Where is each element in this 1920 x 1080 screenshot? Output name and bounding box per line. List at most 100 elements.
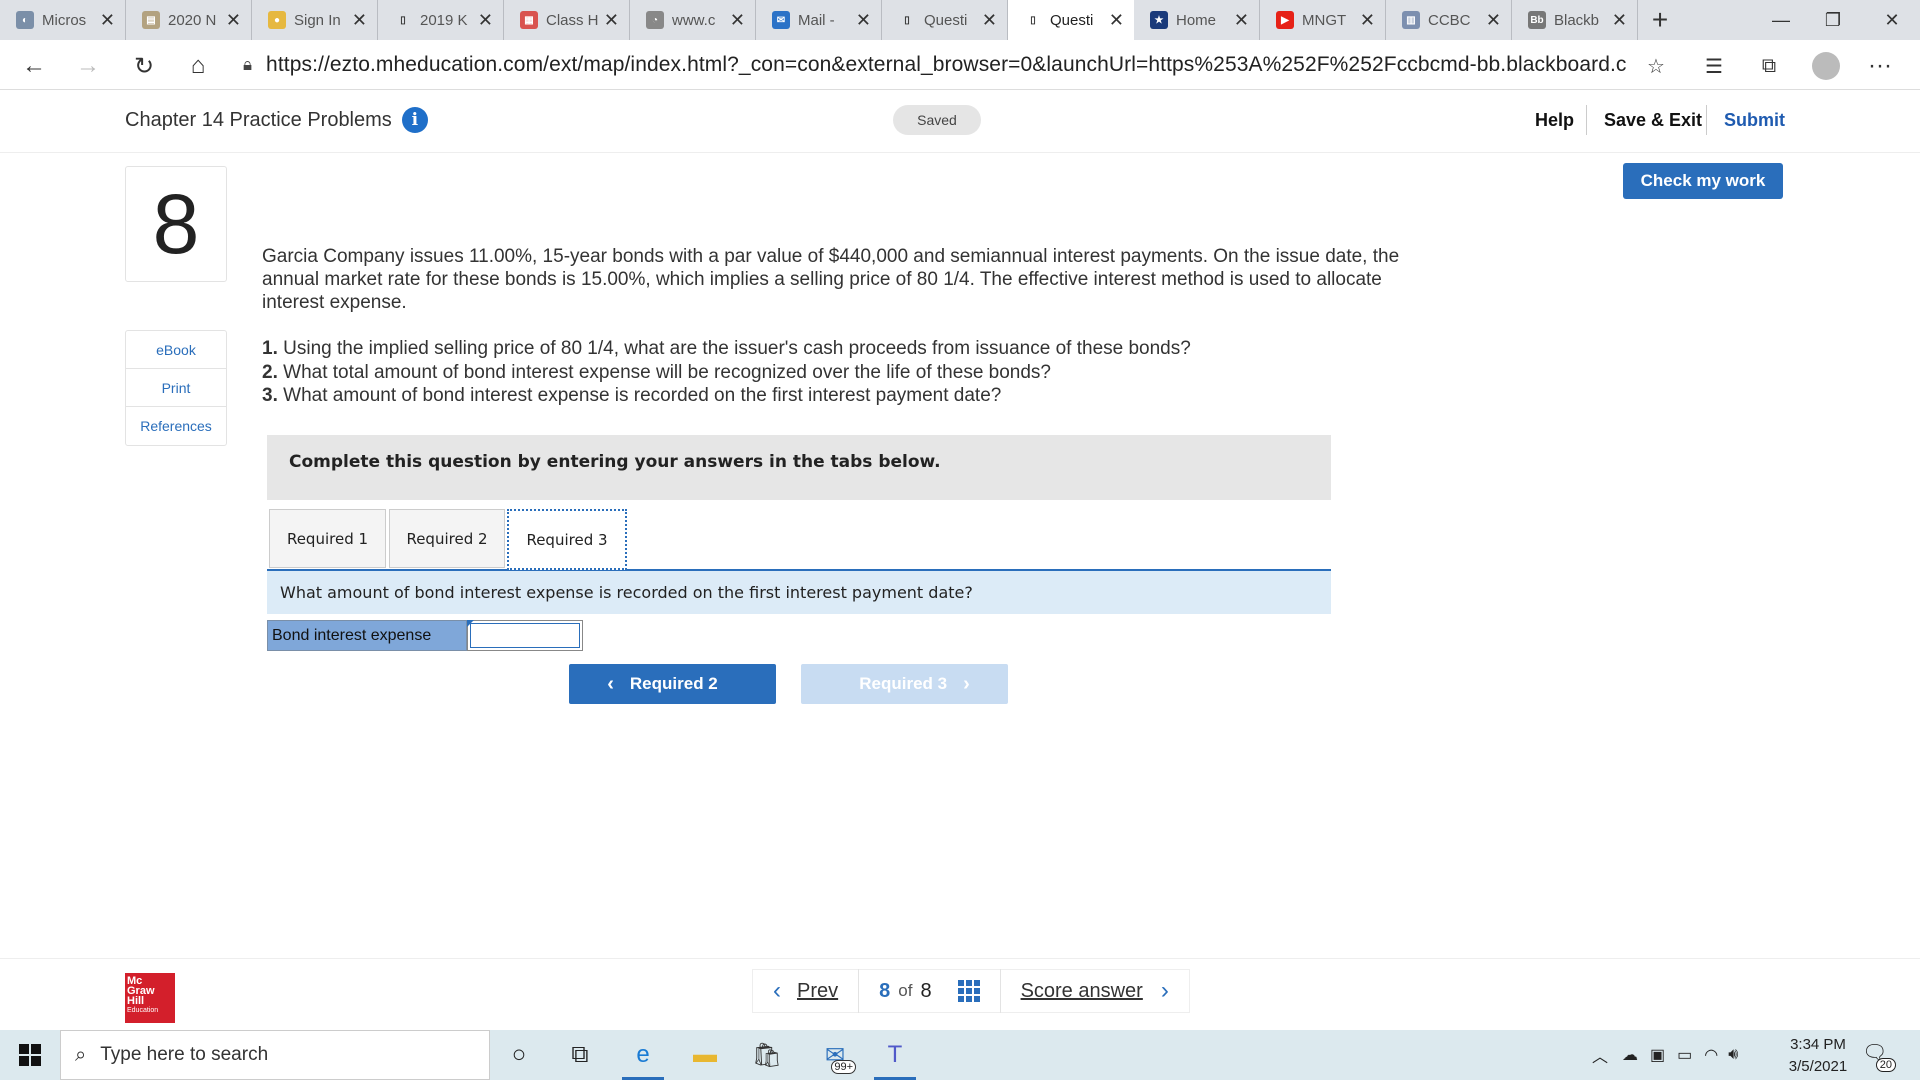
tab-required-3[interactable]: Required 3 [507,509,627,570]
tab-close-icon[interactable]: ✕ [352,10,367,31]
browser-tab[interactable]: ● Sign In ✕ [252,0,378,40]
browser-tab[interactable]: ◔ www.c ✕ [630,0,756,40]
url-text[interactable]: https://ezto.mheducation.com/ext/map/ind… [266,53,1626,77]
clock-time: 3:34 PM [1790,1036,1846,1053]
references-link[interactable]: References [126,407,226,445]
favorites-icon[interactable]: ☰ [1696,48,1732,84]
tab-close-icon[interactable]: ✕ [1486,10,1501,31]
taskbar-clock[interactable]: 3:34 PM 3/5/2021 [1773,1034,1863,1078]
tab-favicon-icon: ▥ [1402,11,1420,29]
browser-tab[interactable]: ▥ CCBC ✕ [1386,0,1512,40]
back-button[interactable]: ← [16,48,52,84]
tab-close-icon[interactable]: ✕ [604,10,619,31]
tab-title: Class H [546,11,599,29]
question-position[interactable]: 8 of 8 [859,969,1001,1013]
requirement-item: 2. What total amount of bond interest ex… [262,361,1432,385]
tab-required-2[interactable]: Required 2 [389,509,505,568]
print-link[interactable]: Print [126,369,226,407]
tab-close-icon[interactable]: ✕ [1360,10,1375,31]
tab-close-icon[interactable]: ✕ [1109,10,1124,31]
minimize-button[interactable]: — [1753,0,1809,40]
tab-favicon-icon: ◐ [16,11,34,29]
browser-tab[interactable]: Bb Blackb ✕ [1512,0,1638,40]
tab-close-icon[interactable]: ✕ [856,10,871,31]
browser-tab[interactable]: ▯ 2019 K ✕ [378,0,504,40]
start-button[interactable] [0,1030,60,1080]
refresh-button[interactable]: ↻ [126,48,162,84]
score-answer-button[interactable]: Score answer › [1001,969,1189,1013]
question-requirements: 1. Using the implied selling price of 80… [262,337,1432,408]
settings-more-icon[interactable]: ··· [1862,48,1898,84]
question-text: Garcia Company issues 11.00%, 15-year bo… [262,246,1400,313]
browser-tab[interactable]: ✉ Mail - ✕ [756,0,882,40]
help-link[interactable]: Help [1535,110,1574,131]
taskbar-search[interactable]: ⌕ Type here to search [60,1030,490,1080]
current-question: 8 [879,979,891,1002]
tab-required-1[interactable]: Required 1 [269,509,386,568]
tab-close-icon[interactable]: ✕ [478,10,493,31]
tab-title: Micros [42,11,87,29]
check-my-work-button[interactable]: Check my work [1623,163,1783,199]
onedrive-icon[interactable]: ☁ [1622,1045,1638,1065]
home-icon[interactable]: ⌂ [180,48,216,84]
wifi-icon[interactable]: ◠ [1704,1045,1718,1065]
edge-icon[interactable]: e [616,1030,670,1080]
tab-close-icon[interactable]: ✕ [982,10,997,31]
add-favorite-icon[interactable]: ☆ [1638,48,1674,84]
save-exit-link[interactable]: Save & Exit [1604,110,1702,131]
teams-icon[interactable]: T [868,1030,922,1080]
info-icon[interactable]: i [401,107,428,133]
chevron-up-icon[interactable]: ︿ [1592,1043,1608,1067]
tab-favicon-icon: ▶ [1276,11,1294,29]
browser-tab[interactable]: ▤ 2020 N ✕ [126,0,252,40]
next-required-button[interactable]: Required 3 › [801,664,1008,704]
tab-close-icon[interactable]: ✕ [730,10,745,31]
store-icon[interactable]: 🛍︎ [740,1030,794,1080]
url-field[interactable]: 🔒︎ https://ezto.mheducation.com/ext/map/… [243,46,1663,84]
close-window-button[interactable]: ✕ [1864,0,1920,40]
browser-tab[interactable]: ▯ Questi ✕ [1008,0,1134,40]
battery-icon[interactable]: ▭ [1677,1045,1692,1065]
requirement-item: 3. What amount of bond interest expense … [262,384,1432,408]
tab-close-icon[interactable]: ✕ [226,10,241,31]
answer-cell [467,620,583,651]
cortana-icon[interactable]: ○ [492,1030,546,1080]
ebook-link[interactable]: eBook [126,331,226,369]
file-explorer-icon[interactable]: ▬ [678,1030,732,1080]
profile-avatar[interactable] [1808,48,1844,84]
tab-prompt: What amount of bond interest expense is … [267,571,1331,614]
meet-now-icon[interactable]: ▣ [1650,1045,1665,1065]
tab-title: CCBC [1428,11,1471,29]
browser-tab[interactable]: ★ Home ✕ [1134,0,1260,40]
new-tab-button[interactable]: + [1638,0,1682,40]
search-placeholder: Type here to search [100,1044,269,1065]
mail-icon[interactable]: ✉ 99+ [808,1030,862,1080]
volume-icon[interactable]: 🔊︎ [1728,1046,1738,1064]
tab-close-icon[interactable]: ✕ [1234,10,1249,31]
browser-tab[interactable]: ▶ MNGT ✕ [1260,0,1386,40]
restore-button[interactable]: ❐ [1805,0,1861,40]
app-header: Chapter 14 Practice Problems i Saved Hel… [0,91,1920,153]
mcgraw-hill-logo: Mc Graw Hill Education [125,973,175,1023]
prev-required-button[interactable]: ‹ Required 2 [569,664,776,704]
tab-close-icon[interactable]: ✕ [100,10,115,31]
flag-icon [467,620,474,627]
tab-title: Home [1176,11,1217,29]
tab-close-icon[interactable]: ✕ [1612,10,1627,31]
question-grid-icon[interactable] [957,980,980,1002]
requirement-text: Using the implied selling price of 80 1/… [277,338,1191,359]
submit-link[interactable]: Submit [1724,110,1785,131]
prev-question-button[interactable]: ‹ Prev [753,969,860,1013]
task-view-icon[interactable]: ⧉ [553,1030,607,1080]
browser-tab[interactable]: ▦ Class H ✕ [504,0,630,40]
notification-icon[interactable]: 🗨︎ 20 [1862,1040,1896,1072]
forward-button[interactable]: → [70,48,106,84]
browser-tab[interactable]: ▯ Questi ✕ [882,0,1008,40]
tab-title: 2020 N [168,11,217,29]
bond-interest-expense-input[interactable] [470,623,580,648]
collections-icon[interactable]: ⧉ [1751,48,1787,84]
browser-tab[interactable]: ◐ Micros ✕ [0,0,126,40]
tab-favicon-icon: ★ [1150,11,1168,29]
total-questions: 8 [920,979,932,1002]
lock-icon: 🔒︎ [243,55,253,74]
